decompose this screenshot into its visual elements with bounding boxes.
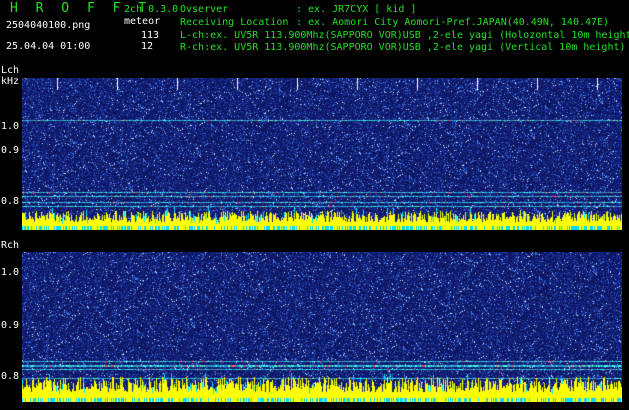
lch-unit-label: kHz <box>1 76 20 87</box>
lch-ytick-0-9: 0.9 <box>1 145 20 156</box>
filename: 2504040100.png <box>6 20 91 31</box>
location-value: : ex. Aomori City Aomori-Pref.JAPAN(40.4… <box>296 17 610 28</box>
rch-channel-label: Rch <box>1 240 20 251</box>
lch-channel-label: Lch <box>1 65 20 76</box>
observer-value: : ex. JR7CYX [ kid ] <box>296 4 417 15</box>
rch-ytick-1-0: 1.0 <box>1 267 20 278</box>
rch-spectrogram <box>22 252 622 402</box>
lch-spectrogram <box>22 78 622 230</box>
location-label: Receiving Location <box>180 17 289 28</box>
lch-description: L-ch:ex. UV5R 113.900Mhz(SAPPORO VOR)USB… <box>180 30 629 41</box>
version-label: 2ch 0.3.0 <box>124 4 179 15</box>
observer-label: Ovserver <box>180 4 229 15</box>
datetime: 25.04.04 01:00 <box>6 41 91 52</box>
rch-description: R-ch:ex. UV5R 113.900Mhz(SAPPORO VOR)USB… <box>180 42 626 53</box>
rch-ytick-0-9: 0.9 <box>1 320 20 331</box>
meteor-label: meteor <box>124 16 161 27</box>
rch-meteor-count: 12 <box>141 41 154 52</box>
rch-ytick-0-8: 0.8 <box>1 371 20 382</box>
lch-ytick-0-8: 0.8 <box>1 196 20 207</box>
lch-ytick-1-0: 1.0 <box>1 121 20 132</box>
